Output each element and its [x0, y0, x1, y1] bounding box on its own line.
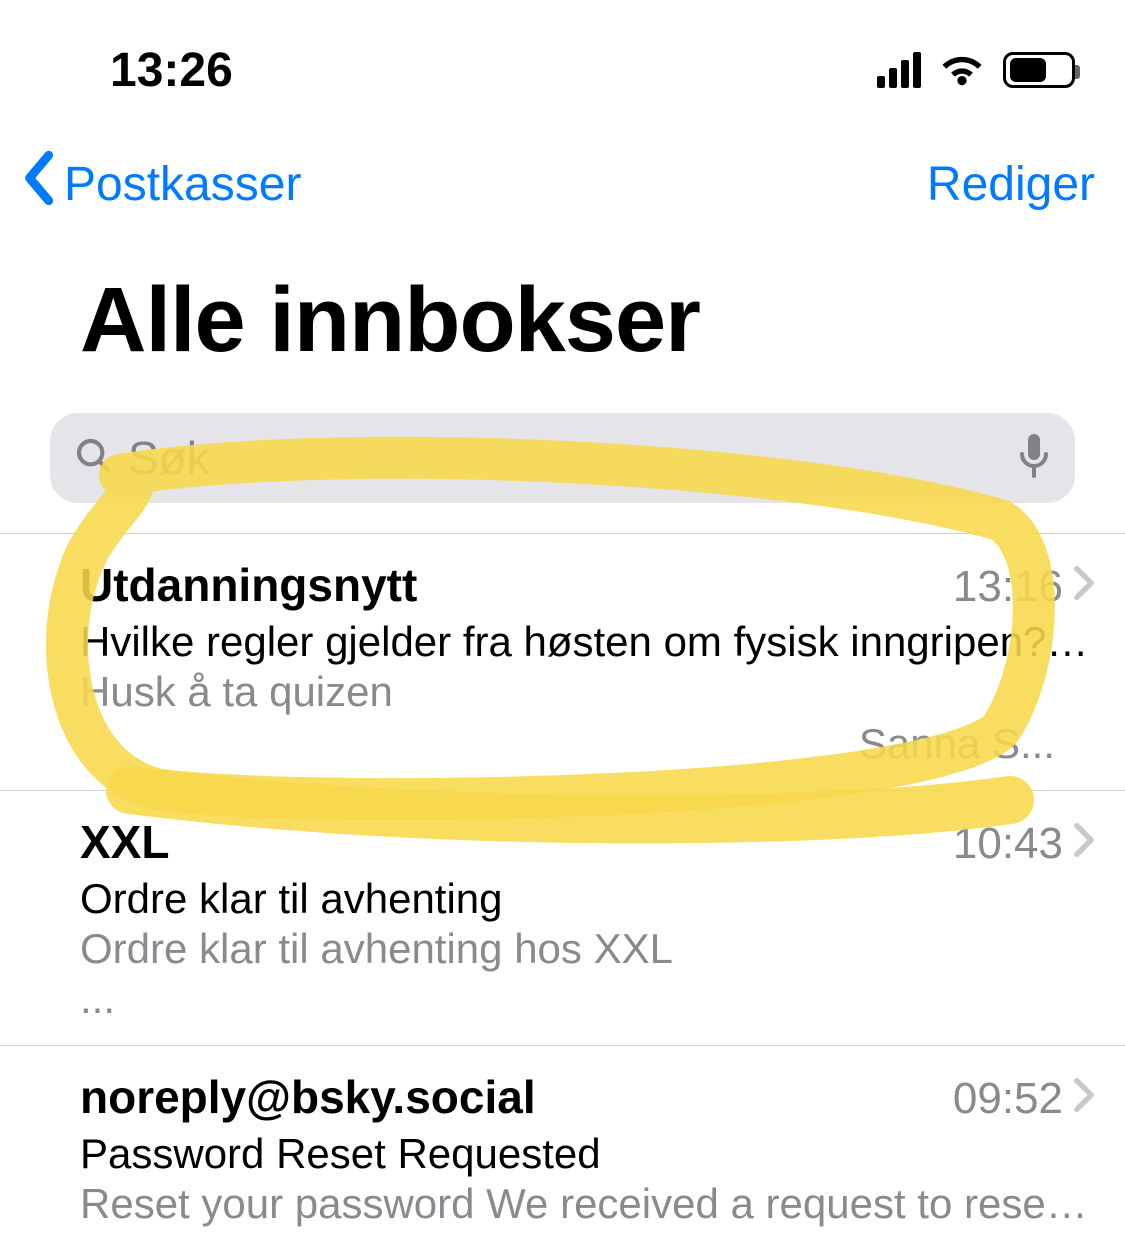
search-input[interactable]	[128, 431, 1003, 485]
email-time: 09:52	[953, 1074, 1063, 1124]
email-row[interactable]: Utdanningsnytt 13:16 Hvilke regler gjeld…	[0, 533, 1125, 790]
email-preview: Ordre klar til avhenting hos XXL	[80, 925, 1095, 973]
email-row[interactable]: noreply@bsky.social 09:52 Password Reset…	[0, 1045, 1125, 1238]
email-sender: Utdanningsnytt	[80, 558, 417, 612]
page-title: Alle innbokser	[0, 228, 1125, 393]
search-icon	[74, 436, 114, 481]
chevron-left-icon	[20, 150, 60, 218]
email-row[interactable]: XXL 10:43 Ordre klar til avhenting Ordre…	[0, 790, 1125, 1045]
email-time: 13:16	[953, 562, 1063, 612]
email-tag: Sanna S...	[80, 720, 1095, 768]
chevron-right-icon	[1073, 562, 1095, 612]
microphone-icon[interactable]	[1017, 432, 1051, 485]
email-preview-2: ...	[80, 975, 1095, 1023]
nav-bar: Postkasser Rediger	[0, 120, 1125, 228]
status-bar: 13:26	[0, 0, 1125, 120]
email-subject: Ordre klar til avhenting	[80, 875, 1095, 923]
email-subject: Hvilke regler gjelder fra høsten om fysi…	[80, 618, 1095, 666]
search-field[interactable]	[50, 413, 1075, 503]
email-list: Utdanningsnytt 13:16 Hvilke regler gjeld…	[0, 533, 1125, 1238]
wifi-icon	[939, 50, 985, 91]
edit-button[interactable]: Rediger	[927, 157, 1095, 212]
status-icons	[877, 50, 1075, 91]
back-button[interactable]: Postkasser	[20, 150, 301, 218]
battery-icon	[1003, 52, 1075, 88]
cellular-icon	[877, 52, 921, 88]
status-time: 13:26	[110, 43, 233, 98]
email-sender: XXL	[80, 815, 169, 869]
email-time: 10:43	[953, 819, 1063, 869]
email-sender: noreply@bsky.social	[80, 1070, 536, 1124]
email-preview: Reset your password We received a reques…	[80, 1180, 1095, 1228]
email-preview: Husk å ta quizen	[80, 668, 1095, 716]
back-label: Postkasser	[64, 157, 301, 212]
email-subject: Password Reset Requested	[80, 1130, 1095, 1178]
chevron-right-icon	[1073, 819, 1095, 869]
chevron-right-icon	[1073, 1074, 1095, 1124]
